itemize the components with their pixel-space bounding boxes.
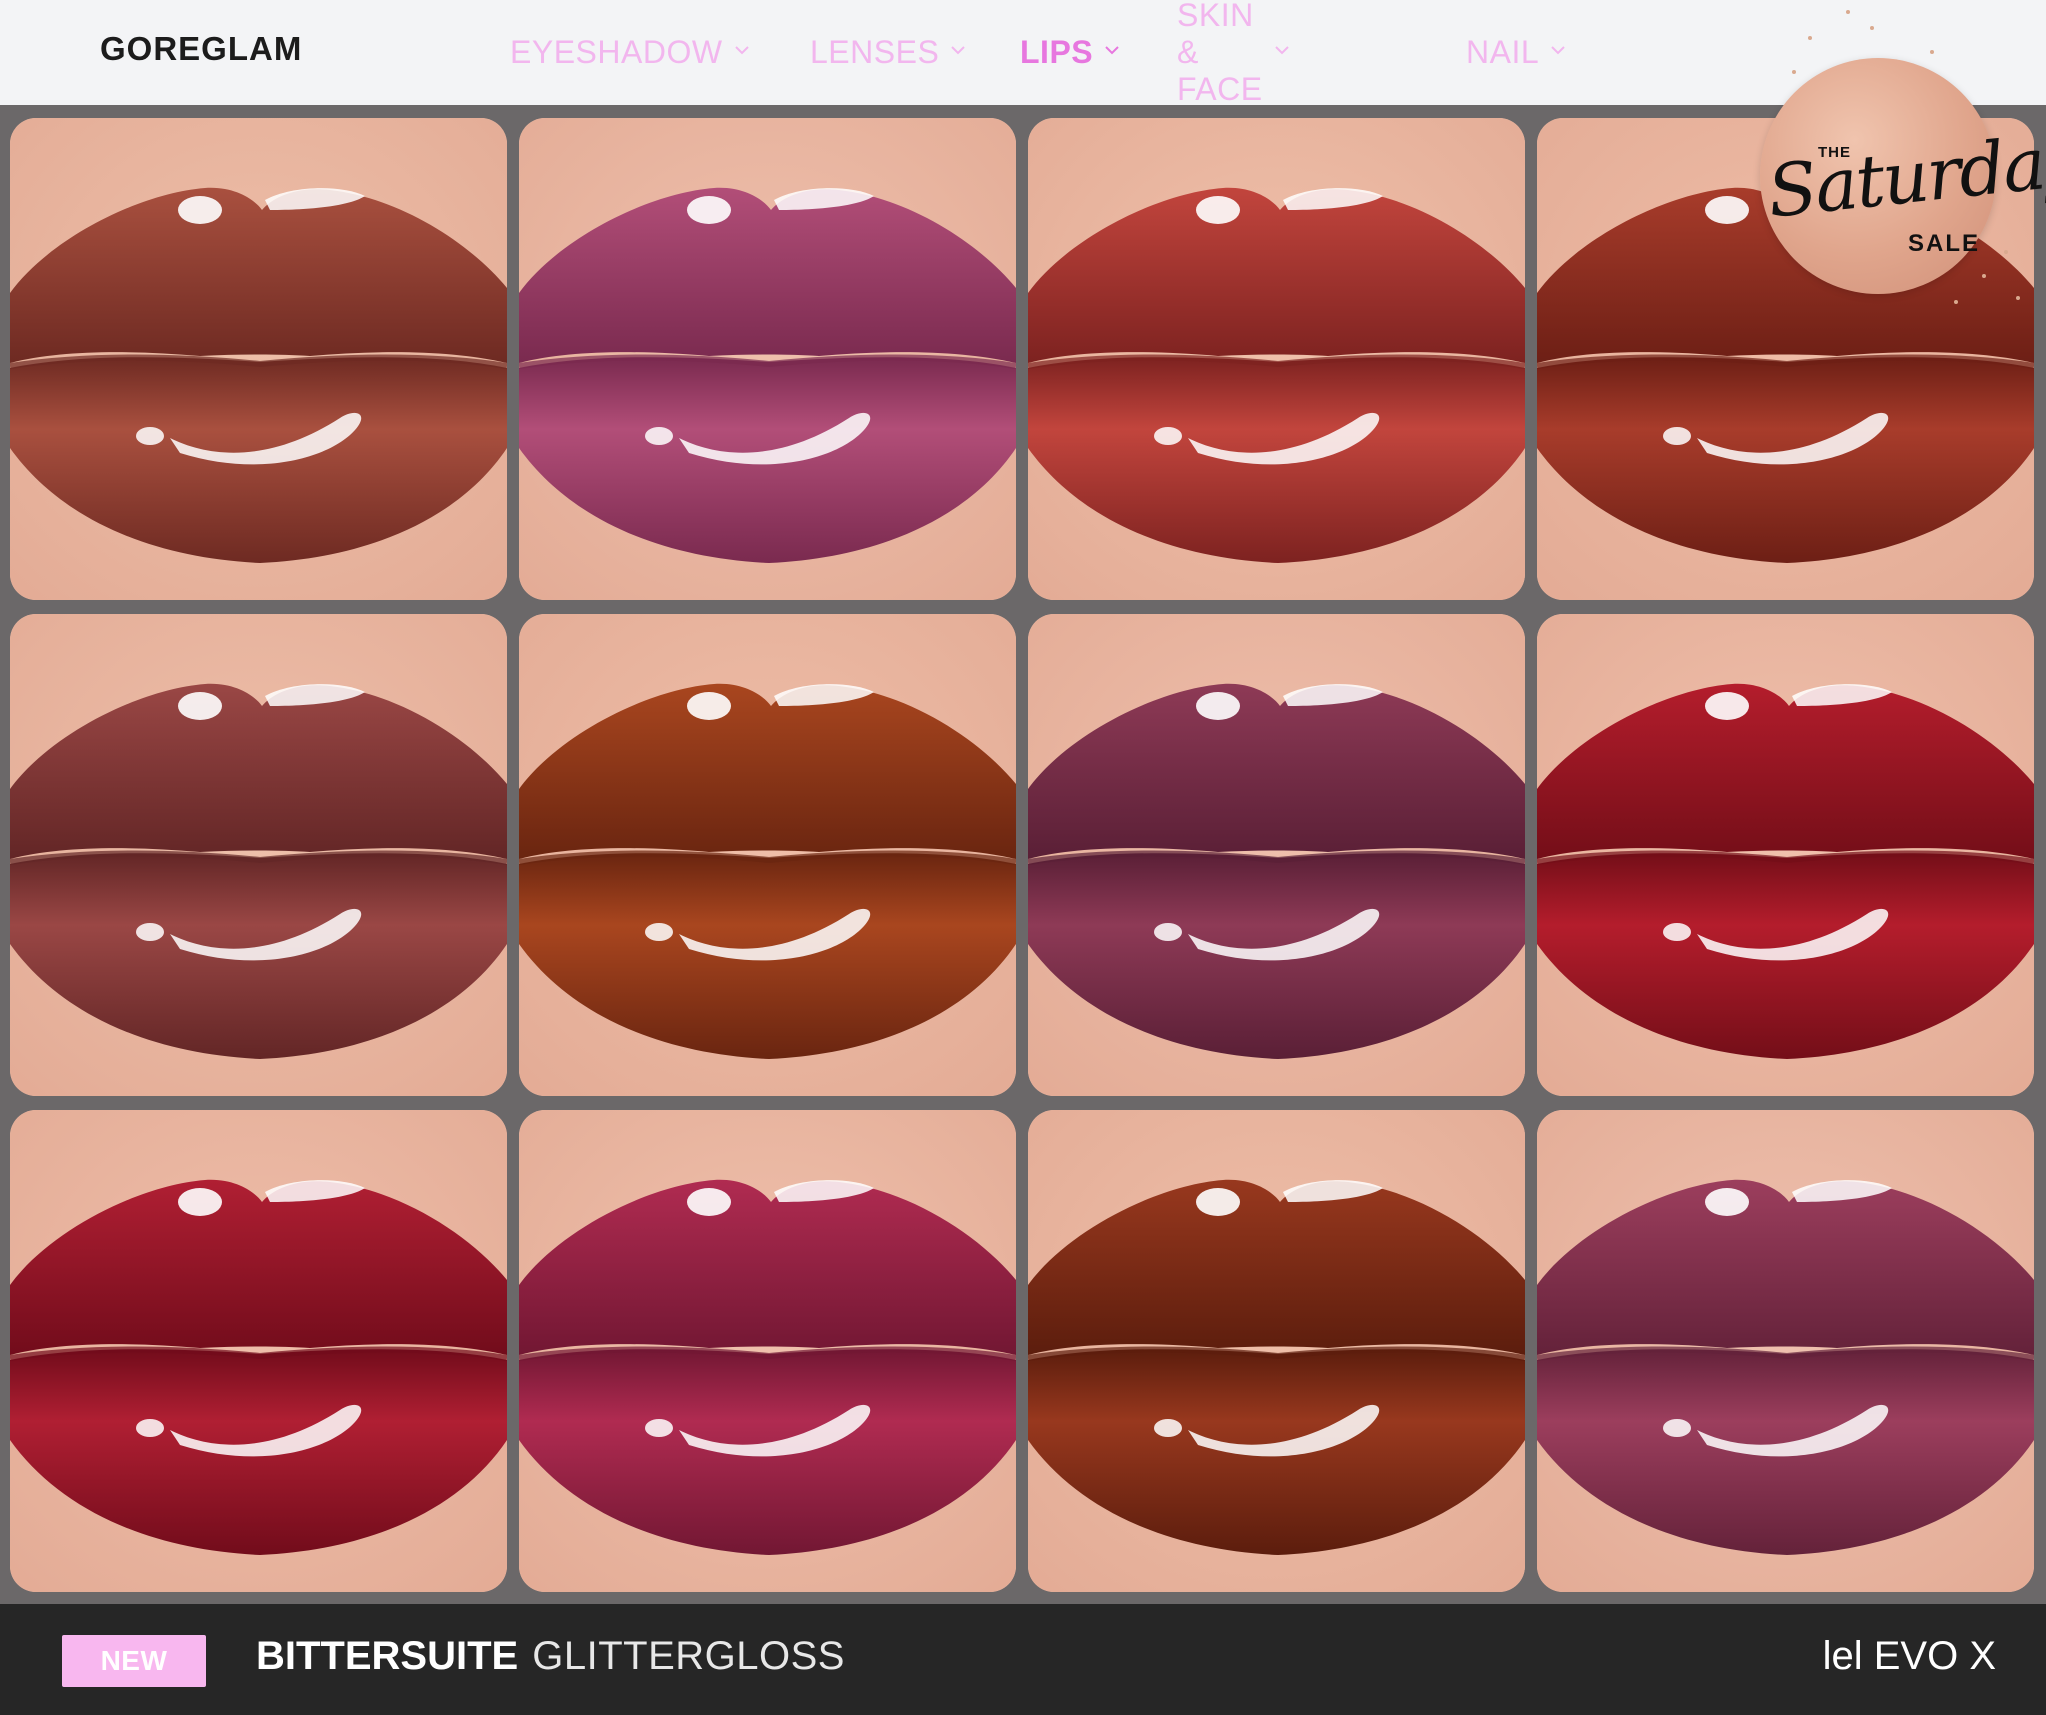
product-type: GLITTERGLOSS — [532, 1634, 845, 1678]
new-badge: NEW — [62, 1635, 206, 1687]
nav-lenses-label: LENSES — [810, 33, 940, 70]
nav-skin-face-label: SKIN & FACE — [1177, 0, 1263, 107]
nav-nail[interactable]: NAIL — [1466, 30, 1565, 74]
lip-swatch-tile[interactable] — [10, 1110, 507, 1592]
lip-swatch-grid — [10, 118, 2036, 1592]
lip-swatch-tile[interactable] — [1028, 1110, 1525, 1592]
brand-logo[interactable]: GOREGLAM — [100, 30, 302, 68]
chevron-down-icon — [1551, 45, 1565, 59]
sparkle-dot — [1808, 36, 1812, 40]
sparkle-dot — [1954, 300, 1958, 304]
lip-swatch-tile[interactable] — [10, 118, 507, 600]
sparkle-dot — [1982, 274, 1986, 278]
sparkle-dot — [1870, 26, 1874, 30]
chevron-down-icon — [734, 45, 749, 59]
lip-swatch-tile[interactable] — [10, 614, 507, 1096]
nav-eyeshadow[interactable]: EYESHADOW — [510, 30, 749, 74]
chevron-down-icon — [1105, 45, 1119, 59]
sparkle-dot — [1846, 10, 1850, 14]
nav-eyeshadow-label: EYESHADOW — [510, 33, 723, 70]
lip-swatch-tile[interactable] — [1537, 614, 2034, 1096]
product-footer: NEW BITTERSUITE GLITTERGLOSS lel EVO X — [0, 1604, 2046, 1715]
sparkle-dot — [1792, 70, 1796, 74]
sale-word-text: SALE — [1908, 230, 1981, 257]
compatibility-label: lel EVO X — [1822, 1634, 1996, 1678]
product-name: BITTERSUITE — [256, 1634, 519, 1678]
nav-lips[interactable]: LIPS — [1020, 30, 1119, 74]
nav-nail-label: NAIL — [1466, 33, 1540, 70]
nav-lips-label: LIPS — [1020, 33, 1094, 70]
lip-swatch-tile[interactable] — [519, 1110, 1016, 1592]
sparkle-dot — [2016, 296, 2020, 300]
lip-swatch-tile[interactable] — [1028, 118, 1525, 600]
lip-swatch-tile[interactable] — [519, 614, 1016, 1096]
lip-swatch-tile[interactable] — [1537, 1110, 2034, 1592]
sparkle-dot — [1930, 50, 1934, 54]
site-header: GOREGLAM EYESHADOW LENSES LIPS SKIN & FA… — [0, 0, 2046, 107]
lip-swatch-tile[interactable] — [519, 118, 1016, 600]
nav-lenses[interactable]: LENSES — [810, 30, 965, 74]
lip-swatch-tile[interactable] — [1028, 614, 1525, 1096]
nav-skin-face[interactable]: SKIN & FACE — [1177, 0, 1289, 107]
product-title: BITTERSUITE GLITTERGLOSS — [256, 1634, 845, 1679]
chevron-down-icon — [1274, 45, 1289, 59]
sparkle-dot — [2004, 250, 2008, 254]
chevron-down-icon — [951, 45, 965, 59]
saturday-sale-badge[interactable]: THE Saturday SALE — [1760, 58, 2046, 294]
